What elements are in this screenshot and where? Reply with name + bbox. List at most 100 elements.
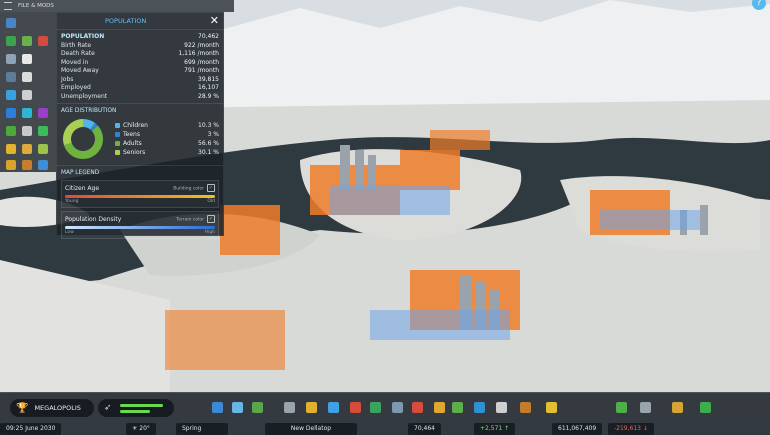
- age-value: 30.1 %: [198, 149, 219, 156]
- top-menu-bar: FILE & MODS: [0, 0, 234, 12]
- population-stats: Birth Rate 922 /month Death Rate 1,116 /mon…: [57, 42, 223, 102]
- map-legend-item[interactable]: Citizen Age Building color ✓ Young Old: [61, 180, 219, 208]
- sidebar-tool-icon-10[interactable]: [6, 108, 16, 118]
- stat-label: Jobs: [61, 75, 74, 83]
- sidebar-tool-icon-9[interactable]: [22, 90, 32, 100]
- sidebar-tool-icon-6[interactable]: [6, 72, 16, 82]
- build-tool-icon[interactable]: [672, 402, 683, 413]
- progress-widget[interactable]: ➶: [98, 399, 174, 417]
- build-tool-icon[interactable]: [412, 402, 423, 413]
- date-time[interactable]: 09:25 June 2030: [0, 423, 62, 435]
- close-icon[interactable]: ✕: [210, 15, 219, 26]
- stat-row: Moved Away 791 /month: [57, 67, 223, 76]
- build-tool-icon[interactable]: [232, 402, 243, 413]
- build-tool-icon[interactable]: [350, 402, 361, 413]
- build-tool-icon[interactable]: [452, 402, 463, 413]
- build-tool-icon[interactable]: [520, 402, 531, 413]
- build-tool-icon[interactable]: [616, 402, 627, 413]
- build-tool-icon[interactable]: [306, 402, 317, 413]
- season: Spring: [176, 423, 228, 435]
- sidebar-tool-icon-3[interactable]: [38, 36, 48, 46]
- milestone-button[interactable]: 🏆 MEGALOPOLIS: [10, 399, 94, 417]
- stat-row: Death Rate 1,116 /month: [57, 50, 223, 59]
- build-tool-icon[interactable]: [434, 402, 445, 413]
- build-tool-icon[interactable]: [700, 402, 711, 413]
- legend-label: Population Density: [65, 215, 122, 223]
- stat-label: Death Rate: [61, 50, 95, 57]
- swatch: [115, 150, 120, 155]
- age-legend: Children 10.3 % Teens 3 % Adults 56.6 % Senior…: [115, 121, 219, 157]
- legend-low: Young: [65, 199, 79, 204]
- age-value: 3 %: [207, 131, 219, 138]
- checkbox[interactable]: ✓: [207, 215, 215, 223]
- sidebar-tool-icon-21[interactable]: [38, 160, 48, 170]
- stat-value: 39,815: [198, 75, 219, 83]
- age-legend-item: Seniors 30.1 %: [115, 148, 219, 157]
- age-distribution-heading: AGE DISTRIBUTION: [61, 108, 117, 114]
- build-tool-icon[interactable]: [640, 402, 651, 413]
- sidebar-tool-icon-14[interactable]: [22, 126, 32, 136]
- sidebar-tool-icon-1[interactable]: [6, 36, 16, 46]
- build-tool-icon[interactable]: [496, 402, 507, 413]
- sidebar-tool-icon-7[interactable]: [22, 72, 32, 82]
- swatch: [115, 123, 120, 128]
- sidebar-tool-icon-18[interactable]: [38, 144, 48, 154]
- sidebar-tool-icon-16[interactable]: [6, 144, 16, 154]
- sidebar-tool-icon-17[interactable]: [22, 144, 32, 154]
- menu-icon[interactable]: [4, 2, 12, 10]
- progress-bar: [120, 404, 164, 407]
- stat-label: Employed: [61, 84, 91, 91]
- build-tool-icon[interactable]: [328, 402, 339, 413]
- map-legend: Citizen Age Building color ✓ Young Old Popula…: [57, 180, 223, 239]
- panel-title: POPULATION: [105, 17, 147, 25]
- age-legend-item: Adults 56.6 %: [115, 139, 219, 148]
- build-tool-icon[interactable]: [252, 402, 263, 413]
- sidebar-tool-icon-12[interactable]: [38, 108, 48, 118]
- sidebar-tool-icon-8[interactable]: [6, 90, 16, 100]
- tool-sidebar: [0, 12, 56, 172]
- build-tool-icon[interactable]: [370, 402, 381, 413]
- stat-label: Unemployment: [61, 92, 108, 100]
- sidebar-tool-icon-4[interactable]: [6, 54, 16, 64]
- swatch: [115, 141, 120, 146]
- sidebar-tool-icon-15[interactable]: [38, 126, 48, 136]
- population-total: 70,462: [198, 33, 219, 40]
- weather: ☀ 20°: [126, 423, 156, 435]
- rocket-icon: ➶: [104, 403, 112, 413]
- stat-row: Jobs 39,815: [57, 76, 223, 85]
- stat-value: 1,116 /month: [178, 50, 219, 57]
- build-tool-icon[interactable]: [212, 402, 223, 413]
- legend-high: Old: [207, 199, 215, 204]
- build-tool-icon[interactable]: [474, 402, 485, 413]
- sidebar-tool-icon-20[interactable]: [22, 160, 32, 170]
- population-panel: POPULATION ✕ POPULATION 70,462 Birth Rat…: [56, 12, 224, 239]
- legend-gradient: [65, 195, 215, 198]
- sidebar-tool-icon-11[interactable]: [22, 108, 32, 118]
- milestone-label: MEGALOPOLIS: [34, 404, 81, 412]
- age-value: 10.3 %: [198, 122, 219, 129]
- sidebar-tool-icon-2[interactable]: [22, 36, 32, 46]
- build-tool-icon[interactable]: [546, 402, 557, 413]
- legend-gradient: [65, 226, 215, 229]
- checkbox[interactable]: ✓: [207, 184, 215, 192]
- money-change: -219,613 ↓: [608, 423, 654, 435]
- population-heading: POPULATION: [61, 33, 105, 40]
- swatch: [115, 132, 120, 137]
- build-tool-icon[interactable]: [392, 402, 403, 413]
- age-label: Seniors: [123, 149, 146, 156]
- progress-bar: [120, 410, 150, 413]
- chart-icon[interactable]: [6, 18, 16, 28]
- map-legend-item[interactable]: Population Density Terrain color ✓ Low High: [61, 211, 219, 239]
- sidebar-tool-icon-5[interactable]: [22, 54, 32, 64]
- sidebar-tool-icon-19[interactable]: [6, 160, 16, 170]
- file-mods-label[interactable]: FILE & MODS: [18, 3, 54, 9]
- age-donut-chart: [63, 119, 103, 159]
- age-distribution: Children 10.3 % Teens 3 % Adults 56.6 % Senior…: [57, 115, 223, 163]
- stat-label: Moved in: [61, 58, 89, 66]
- sidebar-tool-icon-13[interactable]: [6, 126, 16, 136]
- donut-slice: [63, 119, 83, 146]
- city-name[interactable]: New Dellatop: [265, 423, 357, 435]
- build-tool-icon[interactable]: [284, 402, 295, 413]
- trophy-icon: 🏆: [16, 402, 29, 414]
- map-legend-heading: MAP LEGEND: [61, 170, 100, 176]
